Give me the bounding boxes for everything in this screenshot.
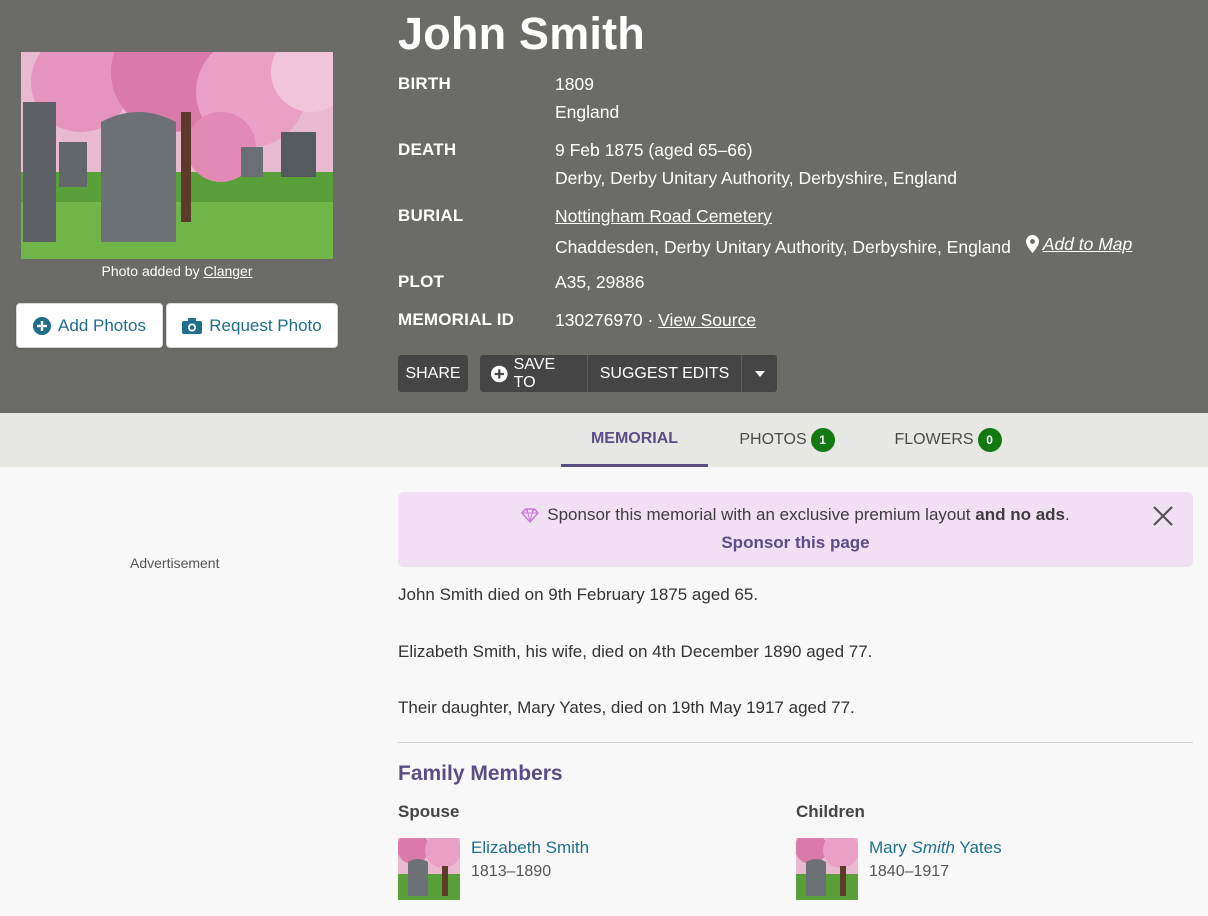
tab-flowers-label: FLOWERS (894, 431, 974, 448)
spouse-heading: Spouse (398, 802, 460, 821)
child-first-name: Mary (869, 838, 912, 857)
more-actions-dropdown[interactable] (741, 355, 777, 392)
burial-value: Nottingham Road Cemetery Chaddesden, Der… (555, 202, 1132, 261)
photo-credit-user-link[interactable]: Clanger (203, 263, 252, 279)
bio-line: Elizabeth Smith, his wife, died on 4th D… (398, 642, 873, 661)
advertisement-label: Advertisement (130, 555, 220, 571)
memorial-name: John Smith (398, 8, 645, 59)
spouse-entry[interactable]: Elizabeth Smith 1813–1890 (398, 838, 589, 900)
birth-label: BIRTH (398, 74, 451, 93)
tab-memorial[interactable]: MEMORIAL (561, 413, 708, 467)
cemetery-link[interactable]: Nottingham Road Cemetery (555, 206, 772, 226)
death-label: DEATH (398, 140, 457, 159)
memorial-header: Photo added by Clanger Add Photos Reques… (0, 0, 1208, 413)
map-pin-icon (1025, 235, 1039, 253)
tab-flowers[interactable]: FLOWERS 0 (888, 413, 1008, 467)
close-icon[interactable] (1151, 504, 1175, 528)
caret-down-icon (754, 370, 765, 377)
memorial-id-value: 130276970 · View Source (555, 306, 756, 334)
children-heading: Children (796, 802, 865, 821)
birth-date: 1809 (555, 74, 594, 94)
save-to-label: SAVE TO (513, 355, 556, 391)
photos-count-badge: 1 (810, 428, 835, 452)
child-name-link[interactable]: Mary Smith Yates (869, 838, 1002, 858)
add-photos-button[interactable]: Add Photos (16, 303, 163, 348)
memorial-photo[interactable] (21, 52, 333, 259)
request-photo-button[interactable]: Request Photo (166, 303, 338, 348)
add-to-map-link[interactable]: Add to Map (1025, 230, 1133, 258)
spouse-dates: 1813–1890 (471, 863, 552, 880)
diamond-icon (521, 507, 540, 523)
tab-memorial-label: MEMORIAL (590, 429, 679, 447)
share-button[interactable]: SHARE (398, 355, 468, 392)
spouse-thumbnail[interactable] (398, 838, 460, 900)
plot-value: A35, 29886 (555, 272, 645, 292)
sponsor-page-link[interactable]: Sponsor this page (423, 533, 1168, 553)
photo-credit: Photo added by Clanger (21, 263, 333, 279)
memorial-id-label: MEMORIAL ID (398, 310, 515, 329)
burial-location: Chaddesden, Derby Unitary Authority, Der… (555, 230, 1132, 261)
add-photos-label: Add Photos (58, 315, 146, 335)
action-button-group: SAVE TO SUGGEST EDITS (480, 355, 777, 392)
camera-icon (182, 317, 203, 334)
sponsor-text-bold: and no ads (975, 505, 1065, 524)
family-members-heading: Family Members (398, 762, 563, 785)
tab-photos[interactable]: PHOTOS 1 (732, 413, 842, 467)
action-group: SAVE TO SUGGEST EDITS (480, 355, 777, 392)
save-to-button[interactable]: SAVE TO (480, 355, 587, 392)
death-value: 9 Feb 1875 (aged 65–66) Derby, Derby Uni… (555, 136, 957, 192)
child-dates: 1840–1917 (869, 863, 950, 880)
death-place: Derby, Derby Unitary Authority, Derbyshi… (555, 168, 958, 188)
burial-label: BURIAL (398, 206, 464, 225)
child-thumbnail[interactable] (796, 838, 858, 900)
plot-label: PLOT (398, 272, 445, 291)
child-entry[interactable]: Mary Smith Yates 1840–1917 (796, 838, 1002, 900)
burial-place: Chaddesden, Derby Unitary Authority, Der… (555, 237, 1011, 257)
child-maiden-name: Smith (911, 838, 955, 857)
sponsor-message: Sponsor this memorial with an exclusive … (423, 505, 1168, 525)
bio-line: John Smith died on 9th February 1875 age… (398, 585, 759, 604)
view-source-link[interactable]: View Source (658, 310, 756, 330)
photo-credit-prefix: Photo added by (101, 263, 204, 279)
memorial-tabs: MEMORIAL PHOTOS 1 FLOWERS 0 (0, 413, 1208, 467)
request-photo-label: Request Photo (209, 315, 322, 335)
sponsor-text-end: . (1065, 505, 1070, 524)
tab-photos-label: PHOTOS (739, 431, 807, 448)
suggest-edits-button[interactable]: SUGGEST EDITS (587, 355, 741, 392)
sponsor-banner: Sponsor this memorial with an exclusive … (398, 492, 1193, 567)
memorial-id: 130276970 · (555, 310, 659, 330)
sponsor-text: Sponsor this memorial with an exclusive … (547, 505, 976, 524)
spouse-name-link[interactable]: Elizabeth Smith (471, 838, 589, 858)
add-to-map-label: Add to Map (1042, 234, 1133, 254)
death-date: 9 Feb 1875 (aged 65–66) (555, 140, 753, 160)
bio-line: Their daughter, Mary Yates, died on 19th… (398, 698, 855, 717)
plus-circle-icon (33, 316, 52, 335)
plus-circle-icon (491, 365, 508, 382)
flowers-count-badge: 0 (977, 428, 1002, 452)
birth-value: 1809 England (555, 70, 619, 126)
section-divider (398, 742, 1193, 743)
child-last-name: Yates (954, 838, 1002, 857)
birth-place: England (555, 102, 620, 122)
share-button-wrap: SHARE (398, 355, 468, 392)
